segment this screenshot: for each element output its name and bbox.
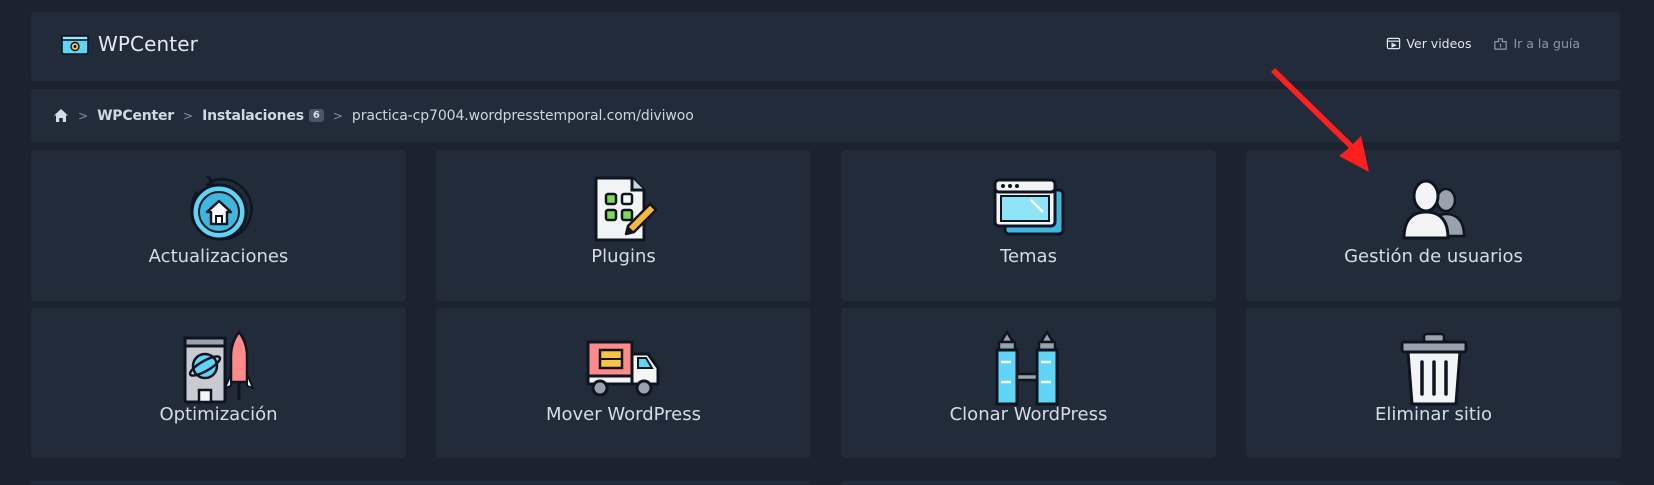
card-label: Optimización	[159, 404, 278, 425]
wpcenter-logo-icon	[61, 33, 89, 55]
video-icon	[1386, 36, 1401, 51]
card-temas[interactable]: Temas	[841, 150, 1216, 301]
plugin-edit-icon	[586, 172, 662, 248]
card-label: Gestión de usuarios	[1344, 246, 1523, 267]
ver-videos-label: Ver videos	[1406, 36, 1472, 51]
card-label: Plugins	[591, 246, 656, 267]
header-links: Ver videos Ir a la guía	[1386, 36, 1580, 51]
card-label: Clonar WordPress	[949, 404, 1108, 425]
card-label: Eliminar sitio	[1375, 404, 1492, 425]
instalaciones-count-badge: 6	[308, 109, 324, 122]
home-icon[interactable]	[53, 108, 69, 123]
top-header: WPCenter Ver videos Ir a la guía	[31, 12, 1620, 81]
card-label: Temas	[1000, 246, 1057, 267]
update-house-icon	[181, 172, 257, 248]
app-title[interactable]: WPCenter	[61, 32, 198, 56]
breadcrumb: > WPCenter > Instalaciones 6 > practica-…	[31, 89, 1620, 142]
optimization-rocket-icon	[181, 330, 257, 406]
breadcrumb-instalaciones[interactable]: Instalaciones	[202, 108, 304, 124]
ir-a-la-guia-link[interactable]: Ir a la guía	[1493, 36, 1580, 51]
card-actualizaciones[interactable]: Actualizaciones	[31, 150, 406, 301]
guide-icon	[1493, 36, 1508, 51]
clone-towers-icon	[991, 330, 1067, 406]
theme-windows-icon	[991, 172, 1067, 248]
app-name: WPCenter	[98, 32, 198, 56]
lower-panel-left	[31, 481, 811, 485]
ver-videos-link[interactable]: Ver videos	[1386, 36, 1471, 51]
breadcrumb-current-site: practica-cp7004.wordpresstemporal.com/di…	[351, 107, 694, 124]
card-mover-wordpress[interactable]: Mover WordPress	[436, 308, 811, 458]
breadcrumb-separator: >	[332, 108, 343, 123]
users-icon	[1396, 172, 1472, 248]
trash-icon	[1396, 330, 1472, 406]
ir-a-la-guia-label: Ir a la guía	[1513, 36, 1580, 51]
card-gestion-de-usuarios[interactable]: Gestión de usuarios	[1246, 150, 1621, 301]
card-label: Mover WordPress	[545, 404, 702, 425]
card-optimizacion[interactable]: Optimización	[31, 308, 406, 458]
card-eliminar-sitio[interactable]: Eliminar sitio	[1246, 308, 1621, 458]
card-label: Actualizaciones	[148, 246, 289, 267]
breadcrumb-separator: >	[78, 108, 89, 123]
moving-truck-icon	[586, 330, 662, 406]
breadcrumb-wpcenter[interactable]: WPCenter	[97, 108, 174, 124]
card-plugins[interactable]: Plugins	[436, 150, 811, 301]
card-clonar-wordpress[interactable]: Clonar WordPress	[841, 308, 1216, 458]
lower-panel-right	[841, 481, 1621, 485]
breadcrumb-separator: >	[183, 108, 194, 123]
